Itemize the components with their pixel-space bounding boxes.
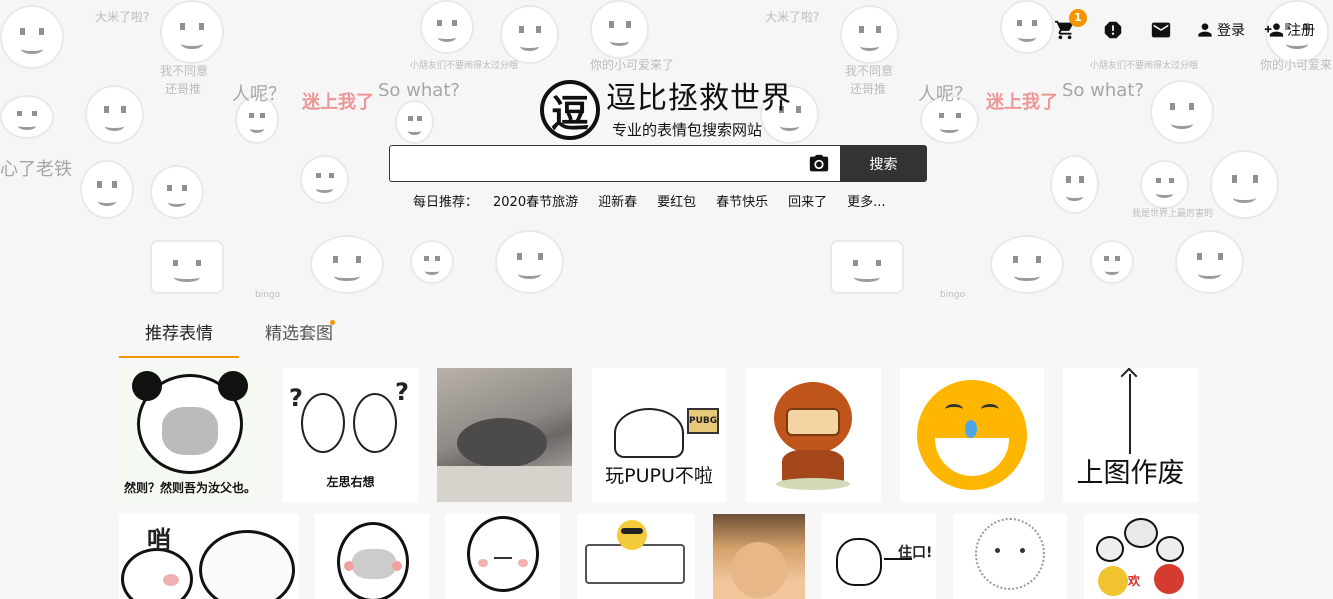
sticker-caption: 玩PUPU不啦 bbox=[605, 465, 713, 487]
content-tabs: 推荐表情 精选套图 bbox=[119, 314, 359, 358]
sticker-card[interactable] bbox=[437, 368, 572, 502]
tab-label: 推荐表情 bbox=[145, 324, 213, 344]
sticker-card[interactable] bbox=[900, 368, 1044, 502]
daily-tag[interactable]: 要红包 bbox=[657, 191, 696, 210]
search-box bbox=[389, 145, 840, 182]
top-nav: 1 登录 注册 bbox=[1053, 9, 1333, 46]
tab-label: 精选套图 bbox=[265, 324, 333, 344]
sticker-card[interactable] bbox=[713, 514, 805, 599]
daily-label: 每日推荐： bbox=[413, 195, 479, 210]
hero-banner: 我不同意 我不同意 还哥推 还哥推 人呢？ 人呢？ 迷上我了 迷上我了 So w… bbox=[0, 0, 1333, 300]
site-logo[interactable]: 逗 逗比拯救世界 专业的表情包搜索网站 bbox=[540, 80, 792, 140]
search-bar: 搜索 bbox=[389, 145, 927, 182]
cart-count-badge: 1 bbox=[1069, 9, 1087, 27]
tab-recommended[interactable]: 推荐表情 bbox=[119, 314, 239, 358]
tab-featured-sets[interactable]: 精选套图 bbox=[239, 314, 359, 358]
sticker-card[interactable]: 住口! bbox=[822, 514, 936, 599]
sticker-card[interactable]: PUBG 玩PUPU不啦 bbox=[592, 368, 726, 502]
new-dot-indicator bbox=[330, 320, 335, 325]
smirk-face-icon bbox=[337, 522, 409, 599]
sticker-card[interactable]: 上图作废 bbox=[1063, 368, 1198, 502]
bald-face-icon bbox=[467, 516, 539, 592]
daily-tag[interactable]: 回来了 bbox=[788, 191, 827, 210]
login-link[interactable]: 登录 bbox=[1195, 20, 1245, 40]
site-subtitle: 专业的表情包搜索网站 bbox=[612, 120, 763, 139]
site-title: 逗比拯救世界 bbox=[606, 80, 792, 116]
fluffy-dog-icon bbox=[975, 518, 1045, 590]
logo-mark: 逗 bbox=[540, 80, 600, 140]
daily-tag[interactable]: 2020春节旅游 bbox=[493, 191, 578, 210]
sticker-card[interactable] bbox=[953, 514, 1067, 599]
search-button[interactable]: 搜索 bbox=[840, 145, 927, 182]
sticker-card[interactable] bbox=[746, 368, 881, 502]
daily-more-link[interactable]: 更多... bbox=[847, 191, 885, 210]
register-label: 注册 bbox=[1287, 23, 1315, 39]
sticker-card[interactable]: ? ? 左思右想 bbox=[283, 368, 418, 502]
sticker-card[interactable] bbox=[445, 514, 560, 599]
register-link[interactable]: 注册 bbox=[1263, 20, 1315, 40]
search-input[interactable] bbox=[400, 146, 804, 182]
camera-icon bbox=[809, 154, 829, 172]
mail-icon bbox=[1151, 22, 1171, 38]
alert-button[interactable] bbox=[1101, 18, 1125, 42]
sticker-card[interactable]: 然则？然则吾为汝父也。 bbox=[119, 368, 261, 502]
sticker-card[interactable] bbox=[577, 514, 695, 599]
crying-smiley-icon bbox=[917, 380, 1027, 490]
sticker-card[interactable]: 欢 bbox=[1084, 514, 1198, 599]
user-icon bbox=[1198, 23, 1212, 37]
sticker-card[interactable]: 哨 bbox=[119, 514, 299, 599]
daily-tag[interactable]: 迎新春 bbox=[598, 191, 637, 210]
sticker-caption: 左思右想 bbox=[326, 475, 375, 489]
sticker-caption: 然则？然则吾为汝父也。 bbox=[123, 481, 256, 495]
panda-meme-icon bbox=[132, 371, 248, 474]
image-search-button[interactable] bbox=[808, 153, 830, 179]
sticker-card[interactable] bbox=[315, 514, 429, 599]
daily-recommendations: 每日推荐： 2020春节旅游 迎新春 要红包 春节快乐 回来了 更多... bbox=[413, 191, 906, 210]
login-label: 登录 bbox=[1217, 23, 1245, 39]
alert-octagon-icon bbox=[1104, 21, 1122, 39]
daily-tag[interactable]: 春节快乐 bbox=[716, 191, 768, 210]
mail-button[interactable] bbox=[1149, 18, 1173, 42]
cart-button[interactable]: 1 bbox=[1053, 9, 1087, 42]
sticker-caption: 上图作废 bbox=[1076, 458, 1185, 489]
add-user-icon bbox=[1264, 23, 1284, 37]
